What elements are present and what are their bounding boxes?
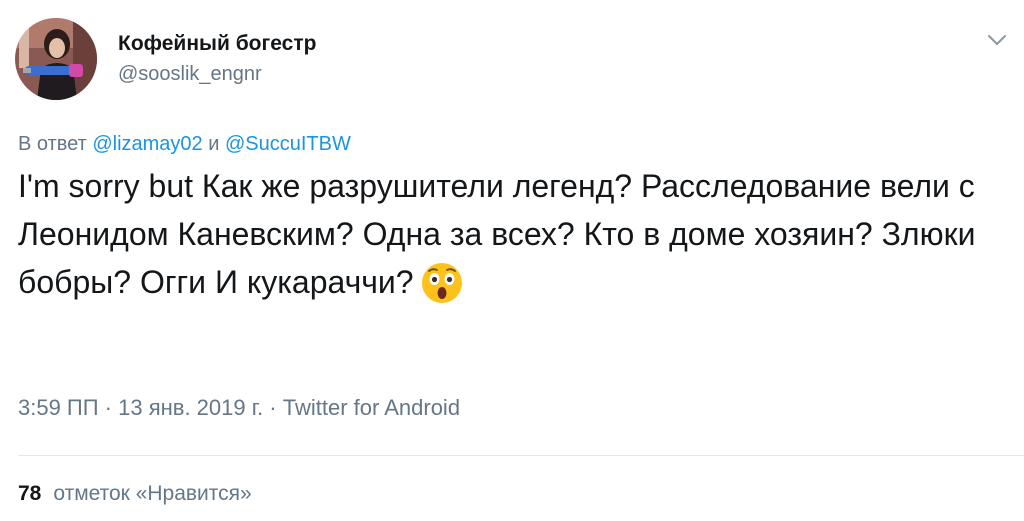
tweet-card: Кофейный богестр @sooslik_engnr В ответ … <box>0 0 1024 521</box>
user-handle[interactable]: @sooslik_engnr <box>118 60 316 88</box>
reply-mention-lizamay02[interactable]: @lizamay02 <box>92 133 202 155</box>
user-avatar[interactable] <box>15 18 97 100</box>
avatar-photo-icon <box>15 18 97 100</box>
tweet-text: I'm sorry but Как же разрушители легенд?… <box>18 162 1008 306</box>
tweet-source[interactable]: Twitter for Android <box>283 395 460 420</box>
user-display-name[interactable]: Кофейный богестр <box>118 30 316 58</box>
tweet-time[interactable]: 3:59 ПП <box>18 395 99 420</box>
tweet-meta: 3:59 ПП · 13 янв. 2019 г. · Twitter for … <box>18 393 460 423</box>
reply-mention-succuitbw[interactable]: @SuccuITBW <box>225 133 351 155</box>
likes-stat[interactable]: 78 отметок «Нравится» <box>18 480 252 508</box>
reply-conjunction: и <box>208 133 220 155</box>
meta-separator: · <box>98 395 119 420</box>
tweet-date[interactable]: 13 янв. 2019 г. <box>118 395 263 420</box>
reply-context: В ответ @lizamay02 и @SuccuITBW <box>18 130 351 158</box>
astonished-face-emoji-icon <box>420 261 464 305</box>
divider <box>18 455 1024 456</box>
likes-label: отметок «Нравится» <box>53 482 252 505</box>
user-names: Кофейный богестр @sooslik_engnr <box>118 30 316 88</box>
more-options-chevron-down-icon[interactable] <box>986 32 1008 48</box>
reply-prefix: В ответ <box>18 133 87 155</box>
likes-count: 78 <box>18 482 42 505</box>
meta-separator: · <box>263 395 283 420</box>
tweet-body: I'm sorry but Как же разрушители легенд?… <box>18 168 976 300</box>
